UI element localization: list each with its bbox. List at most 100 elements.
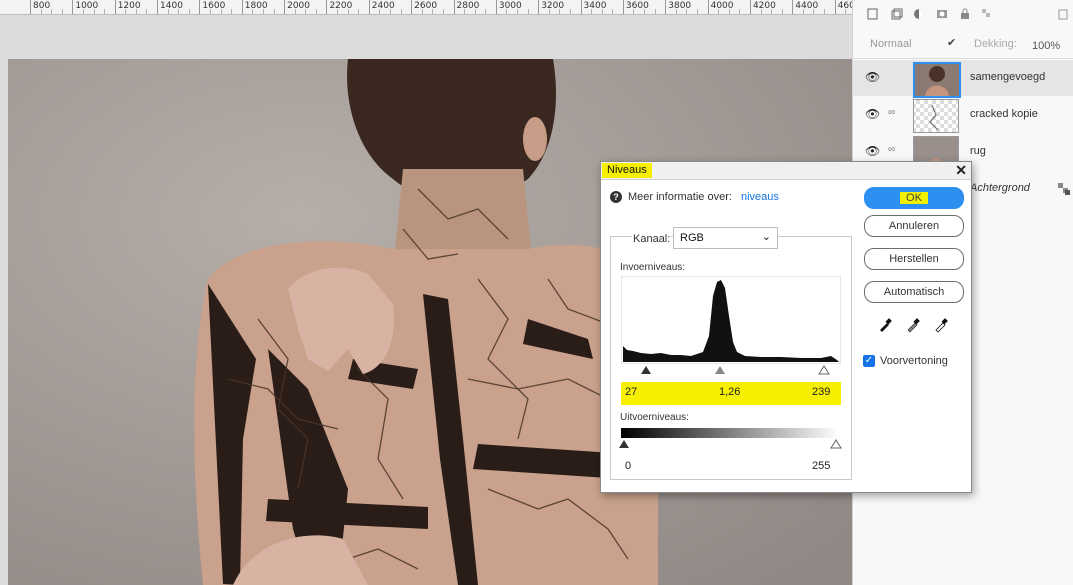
white-eyedropper-icon[interactable] <box>933 317 949 333</box>
layer-name: Achtergrond <box>970 182 1030 194</box>
layer-thumbnail <box>913 62 961 98</box>
reset-button[interactable]: Herstellen <box>864 248 964 270</box>
lock-icon[interactable] <box>959 8 971 20</box>
ok-label: OK <box>900 192 928 204</box>
ruler-minor-tick <box>686 9 688 14</box>
layer-row-cracked-kopie[interactable]: 👁 ∞ cracked kopie <box>853 97 1073 133</box>
ruler-major-tick <box>114 0 116 14</box>
link-icon[interactable]: ∞ <box>888 107 895 118</box>
ruler-major-tick <box>411 0 413 14</box>
ruler-minor-tick <box>262 9 264 14</box>
preview-checkbox[interactable]: ✓ <box>863 355 875 367</box>
layer-name: rug <box>970 145 986 157</box>
ruler-label: 3600 <box>625 1 649 11</box>
ruler-minor-tick <box>315 9 317 14</box>
gray-eyedropper-icon[interactable] <box>905 317 921 333</box>
ruler-minor-tick <box>644 9 646 14</box>
ruler-minor-tick <box>474 9 476 14</box>
ruler-minor-tick <box>400 9 402 14</box>
ruler-label: 1800 <box>244 1 268 11</box>
transparency-icon[interactable] <box>981 8 993 20</box>
input-level-sliders[interactable] <box>621 364 841 376</box>
ruler-minor-tick <box>442 9 444 14</box>
input-black-field[interactable]: 27 <box>625 386 637 398</box>
auto-button[interactable]: Automatisch <box>864 281 964 303</box>
ruler-minor-tick <box>93 9 95 14</box>
ruler-major-tick <box>834 0 836 14</box>
ruler-major-tick <box>749 0 751 14</box>
chevron-down-icon[interactable]: ✔ <box>947 36 956 49</box>
group-icon[interactable] <box>891 8 903 20</box>
channel-select[interactable]: RGB ⌄ <box>673 227 778 249</box>
ruler-major-tick <box>368 0 370 14</box>
input-gamma-slider[interactable] <box>715 366 725 374</box>
input-black-slider[interactable] <box>641 366 651 374</box>
ruler-minor-tick <box>728 9 730 14</box>
eye-icon[interactable]: 👁 <box>865 107 880 121</box>
ruler-label: 1200 <box>117 1 141 11</box>
ruler-major-tick <box>707 0 709 14</box>
ruler-major-tick <box>580 0 582 14</box>
ruler-minor-tick <box>146 9 148 14</box>
background-lock-icon[interactable] <box>1058 183 1070 195</box>
cancel-button[interactable]: Annuleren <box>864 215 964 237</box>
dialog-title-bar[interactable]: Niveaus ✕ <box>601 162 971 180</box>
ruler-minor-tick <box>760 9 762 14</box>
ruler-minor-tick <box>421 9 423 14</box>
dialog-title: Niveaus <box>602 163 652 178</box>
help-icon[interactable]: ? <box>610 191 622 203</box>
layer-row-samengevoegd[interactable]: 👁 samengevoegd <box>853 60 1073 98</box>
ruler-major-tick <box>326 0 328 14</box>
input-white-field[interactable]: 239 <box>812 386 830 398</box>
ruler-label: 1000 <box>75 1 99 11</box>
ruler-minor-tick <box>220 9 222 14</box>
ruler-label: 1400 <box>160 1 183 11</box>
output-black-field[interactable]: 0 <box>625 460 631 472</box>
ruler-minor-tick <box>167 9 169 14</box>
ruler-minor-tick <box>591 9 593 14</box>
ruler-label: 1600 <box>202 1 226 11</box>
output-level-sliders[interactable] <box>616 438 846 450</box>
channel-label: Kanaal: <box>632 233 672 245</box>
ruler-label: 2800 <box>456 1 480 11</box>
info-link[interactable]: niveaus <box>741 191 779 203</box>
black-eyedropper-icon[interactable] <box>877 317 893 333</box>
ruler-minor-tick <box>527 9 529 14</box>
opacity-value[interactable]: 100% <box>1032 40 1060 52</box>
ruler-major-tick <box>241 0 243 14</box>
close-icon[interactable]: ✕ <box>955 162 967 178</box>
ruler-minor-tick <box>358 9 360 14</box>
ruler-minor-tick <box>559 9 561 14</box>
input-gamma-field[interactable]: 1,26 <box>719 386 740 398</box>
ruler-minor-tick <box>517 9 519 14</box>
eye-icon[interactable]: 👁 <box>865 70 880 84</box>
new-layer-icon[interactable] <box>867 8 879 20</box>
output-gradient <box>621 428 839 438</box>
input-white-slider[interactable] <box>818 365 830 375</box>
ruler-label: 2200 <box>329 1 353 11</box>
input-levels-label: Invoerniveaus: <box>620 262 686 273</box>
ruler-minor-tick <box>104 9 106 14</box>
ruler-major-tick <box>665 0 667 14</box>
output-white-field[interactable]: 255 <box>812 460 830 472</box>
ruler-minor-tick <box>813 9 815 14</box>
mask-icon[interactable] <box>936 8 948 20</box>
adjustment-layer-icon[interactable] <box>913 8 925 20</box>
horizontal-ruler[interactable]: 800 1000 1200 1400 1600 1800 2000 2200 2400 2600 2… <box>0 0 852 15</box>
ruler-minor-tick <box>135 9 137 14</box>
ruler-minor-tick <box>675 9 677 14</box>
ruler-minor-tick <box>506 9 508 14</box>
ruler-label: 4200 <box>752 1 776 11</box>
output-black-slider[interactable] <box>619 440 629 448</box>
blend-mode-select[interactable]: Normaal <box>870 38 912 50</box>
link-icon[interactable]: ∞ <box>888 144 895 155</box>
trash-icon[interactable] <box>1057 8 1069 20</box>
ruler-minor-tick <box>569 9 571 14</box>
ruler-minor-tick <box>739 9 741 14</box>
panel-divider <box>853 58 1073 59</box>
ruler-major-tick <box>72 0 74 14</box>
eye-icon[interactable]: 👁 <box>865 144 880 158</box>
output-white-slider[interactable] <box>830 439 842 449</box>
ruler-minor-tick <box>209 9 211 14</box>
ok-button[interactable]: OK <box>864 187 964 209</box>
